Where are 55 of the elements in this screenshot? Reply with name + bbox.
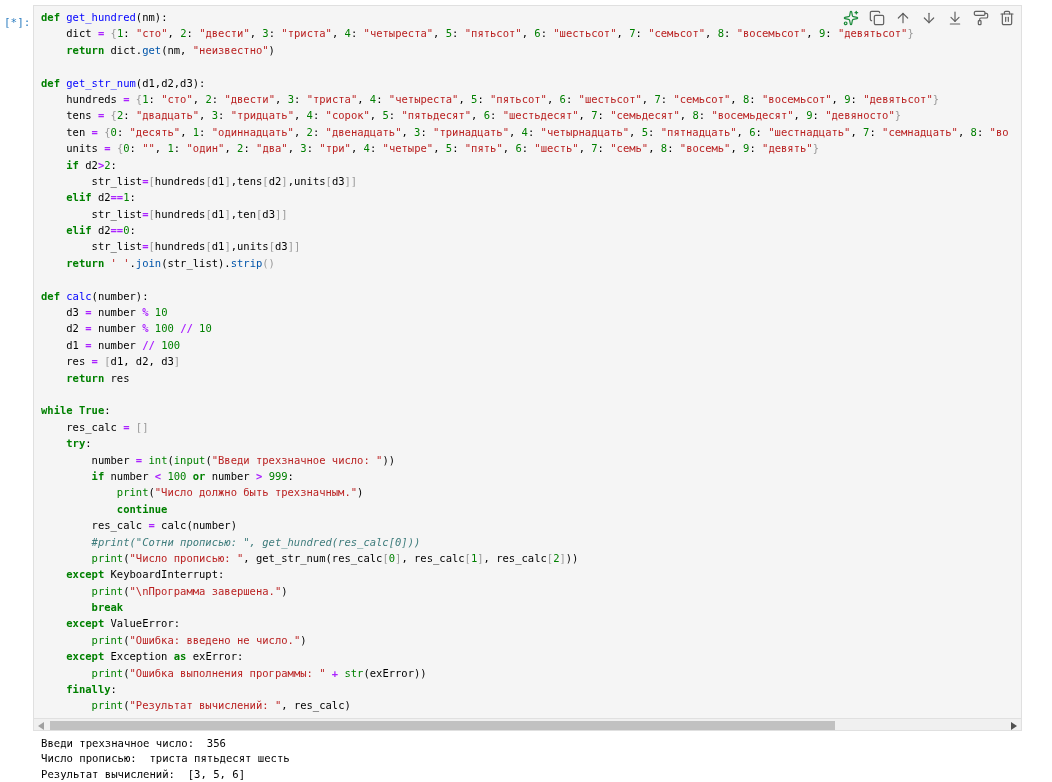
paint-roller-icon[interactable]	[973, 10, 989, 26]
copy-icon[interactable]	[869, 10, 885, 26]
code-line: break	[90, 601, 124, 614]
code-line: res_calc = []	[65, 420, 149, 433]
insert-below-icon[interactable]	[947, 10, 963, 26]
code-line: print("Ошибка выполнения программы: " + str(exError))	[90, 666, 427, 679]
sparkle-icon[interactable]	[843, 10, 859, 26]
code-line: print("Результат вычислений: ", res_calc)	[90, 699, 351, 712]
scrollbar-thumb[interactable]	[50, 720, 835, 730]
trash-icon[interactable]	[999, 10, 1015, 26]
code-line: hundreds = {1: "сто", 2: "двести", 3: "триста", 4: "четыреста", 5: "пятьсот", 6: "шестьсот", 7: "семьсот", 8: "восемьсот", 9: "девятьсот"}	[65, 92, 940, 105]
code-line: except ValueError:	[65, 617, 181, 630]
horizontal-scrollbar[interactable]	[34, 717, 1021, 730]
arrow-down-icon[interactable]	[921, 10, 937, 26]
output-line: Введи трехзначное число: 356	[41, 736, 226, 749]
code-line: print("Ошибка: введено не число.")	[90, 633, 307, 646]
code-line: res = [d1, d2, d3]	[65, 355, 181, 368]
code-line: print("Число прописью: ", get_str_num(res_calc[0], res_calc[1], res_calc[2]))	[90, 551, 579, 564]
code-line: dict = {1: "сто", 2: "двести", 3: "триста", 4: "четыреста", 5: "пятьсот", 6: "шестьсот", 7: "семьсот", 8: "восемьсот", 9: "девятьсот"}	[65, 27, 914, 40]
code-line: return ' '.join(str_list).strip()	[65, 256, 275, 269]
code-line: d3 = number % 10	[65, 306, 168, 319]
code-line: d2 = number % 100 // 10	[65, 322, 212, 335]
cell-prompt: [*]:	[4, 16, 31, 29]
code-line: while True:	[41, 404, 111, 417]
code-line: res_calc = calc(number)	[90, 519, 237, 532]
code-line: number = int(input("Введи трехзначное число: "))	[90, 453, 396, 466]
code-line: tens = {2: "двадцать", 3: "тридцать", 4: "сорок", 5: "пятьдесят", 6: "шестьдесят", 7: "семьдесят", 8: "восемьдесят", 9: "девяносто"}	[65, 109, 902, 122]
code-line: str_list=[hundreds[d1],ten[d3]]	[90, 207, 288, 220]
code-line: print("Число должно быть трехзначным.")	[115, 486, 364, 499]
code-line: finally:	[65, 683, 117, 695]
scroll-right-icon[interactable]	[1011, 721, 1017, 730]
code-line: return dict.get(nm, "неизвестно")	[65, 43, 275, 56]
code-cell[interactable]	[33, 5, 1022, 731]
code-line: str_list=[hundreds[d1],units[d3]]	[90, 240, 301, 253]
code-line: elif d2==0:	[65, 224, 136, 237]
code-line: def calc(number):	[41, 289, 149, 302]
code-line: ten = {0: "десять", 1: "одиннадцать", 2: "двенадцать", 3: "тринадцать", 4: "четырнадцать", 5: "пятнадцать", 6: "шестнадцать", 7: "семнадцать", 8: "во	[65, 125, 1009, 138]
code-line: d1 = number // 100	[65, 338, 181, 351]
code-line: units = {0: "", 1: "один", 2: "два", 3: "три", 4: "четыре", 5: "пять", 6: "шесть", 7: "семь", 8: "восемь", 9: "девять"}	[65, 142, 819, 155]
code-line: #print("Сотни прописью: ", get_hundred(res_calc[0]))	[90, 535, 421, 548]
output-line: Число прописью: триста пятьдесят шесть	[41, 752, 290, 764]
arrow-up-icon[interactable]	[895, 10, 911, 26]
code-line: try:	[65, 437, 92, 450]
code-line: except KeyboardInterrupt:	[65, 568, 225, 581]
code-line: print("\nПрограмма завершена.")	[90, 584, 288, 597]
code-line: elif d2==1:	[65, 191, 136, 204]
code-line: continue	[115, 502, 168, 515]
code-line: str_list=[hundreds[d1],tens[d2],units[d3]]	[90, 174, 358, 187]
code-line: def get_hundred(nm):	[41, 11, 168, 23]
code-line: def get_str_num(d1,d2,d3):	[41, 76, 206, 89]
code-line: except Exception as exError:	[65, 650, 244, 663]
output-line: Результат вычислений: [3, 5, 6]	[41, 767, 246, 780]
code-line: if d2>2:	[65, 158, 117, 171]
code-line: return res	[65, 371, 130, 384]
code-line: if number < 100 or number > 999:	[90, 469, 294, 482]
